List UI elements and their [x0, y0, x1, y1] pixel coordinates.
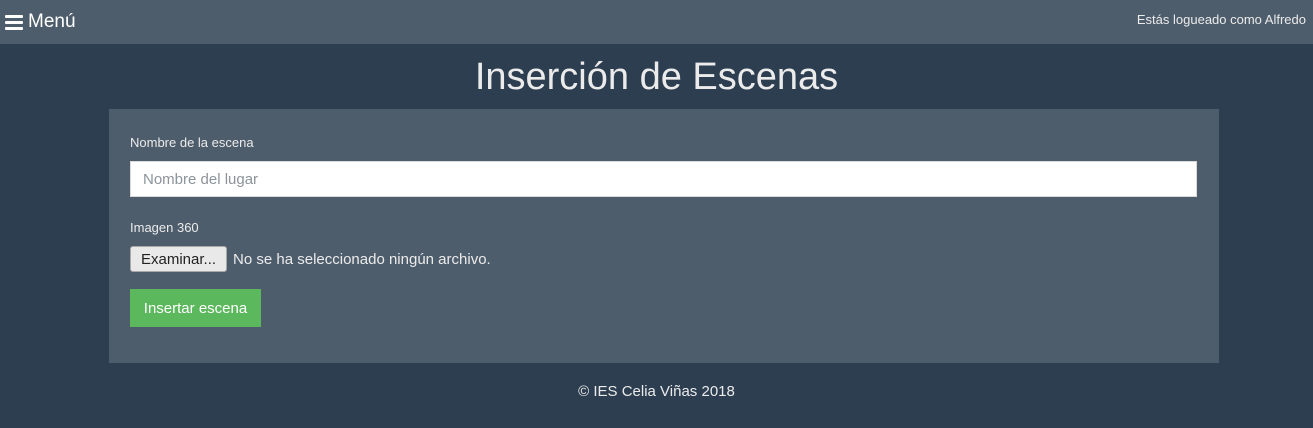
footer-copyright: © IES Celia Viñas 2018 [578, 383, 735, 400]
menu-label: Menú [28, 11, 76, 32]
logged-in-user-status: Estás logueado como Alfredo [1136, 12, 1306, 27]
hamburger-icon [5, 14, 23, 30]
top-navbar: Menú Estás logueado como Alfredo [0, 0, 1313, 44]
image-360-label: Imagen 360 [130, 220, 199, 235]
page-title: Inserción de Escenas [474, 56, 839, 98]
browse-file-button[interactable]: Examinar... [130, 246, 228, 272]
scene-name-input[interactable] [130, 161, 1197, 197]
file-status-text: No se ha seleccionado ningún archivo. [233, 250, 491, 268]
insert-scene-button[interactable]: Insertar escena [130, 289, 261, 327]
menu-button[interactable]: Menú [5, 10, 76, 34]
scene-name-label: Nombre de la escena [130, 135, 254, 150]
file-picker: Examinar... No se ha seleccionado ningún… [130, 246, 491, 272]
scene-form-panel: Nombre de la escena Imagen 360 Examinar.… [109, 109, 1219, 363]
